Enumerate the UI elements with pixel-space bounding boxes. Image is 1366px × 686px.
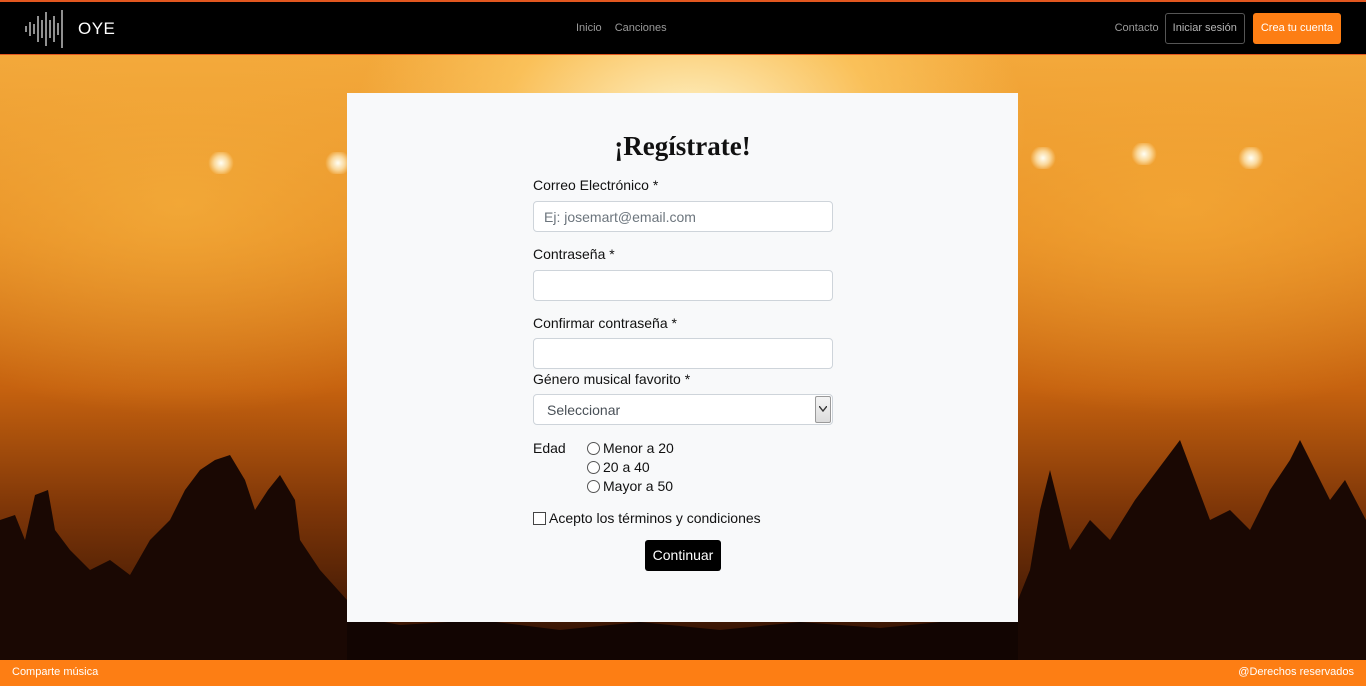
nav-link-contacto[interactable]: Contacto	[1115, 22, 1159, 34]
confirm-password-label: Confirmar contraseña *	[533, 315, 677, 331]
age-option-over-50[interactable]: Mayor a 50	[587, 478, 673, 494]
main-nav: Inicio Canciones	[576, 22, 667, 34]
age-option-label: 20 a 40	[603, 459, 650, 475]
genre-select-value: Seleccionar	[547, 402, 621, 418]
footer-tagline: Comparte música	[12, 666, 99, 678]
password-field[interactable]	[533, 270, 833, 301]
login-button[interactable]: Iniciar sesión	[1164, 13, 1245, 44]
stage-light	[208, 152, 234, 174]
brand-name: OYE	[78, 19, 116, 38]
age-label: Edad	[533, 440, 566, 456]
sound-wave-icon	[25, 10, 63, 48]
brand[interactable]: OYE	[24, 10, 115, 48]
terms-checkbox[interactable]	[533, 511, 546, 525]
radio-button[interactable]	[587, 479, 600, 493]
stage-light	[1030, 147, 1056, 169]
stage-light	[1131, 143, 1157, 165]
genre-select[interactable]: Seleccionar	[533, 394, 833, 425]
terms-row[interactable]: Acepto los términos y condiciones	[533, 510, 761, 526]
terms-label: Acepto los términos y condiciones	[549, 510, 761, 526]
registration-card: ¡Regístrate! Correo Electrónico * Contra…	[347, 93, 1018, 622]
age-option-label: Menor a 20	[603, 440, 674, 456]
footer: Comparte música @Derechos reservados	[0, 660, 1366, 686]
genre-label: Género musical favorito *	[533, 371, 691, 387]
radio-button[interactable]	[587, 460, 600, 474]
nav-actions: Contacto Iniciar sesión Crea tu cuenta	[1115, 13, 1341, 44]
chevron-down-icon[interactable]	[815, 396, 831, 423]
password-label: Contraseña *	[533, 246, 615, 262]
email-label: Correo Electrónico *	[533, 177, 659, 193]
stage-light	[1238, 147, 1264, 169]
radio-button[interactable]	[587, 441, 600, 455]
confirm-password-field[interactable]	[533, 338, 833, 369]
continue-button[interactable]: Continuar	[645, 540, 721, 571]
age-option-under-20[interactable]: Menor a 20	[587, 440, 674, 456]
top-navbar: OYE Inicio Canciones Contacto Iniciar se…	[0, 0, 1366, 55]
age-option-20-40[interactable]: 20 a 40	[587, 459, 650, 475]
email-field[interactable]	[533, 201, 833, 232]
nav-link-inicio[interactable]: Inicio	[576, 22, 602, 34]
nav-link-canciones[interactable]: Canciones	[615, 22, 667, 34]
footer-copyright: @Derechos reservados	[1238, 666, 1354, 678]
age-option-label: Mayor a 50	[603, 478, 674, 494]
signup-button[interactable]: Crea tu cuenta	[1252, 13, 1341, 44]
form-title: ¡Regístrate!	[614, 131, 751, 161]
